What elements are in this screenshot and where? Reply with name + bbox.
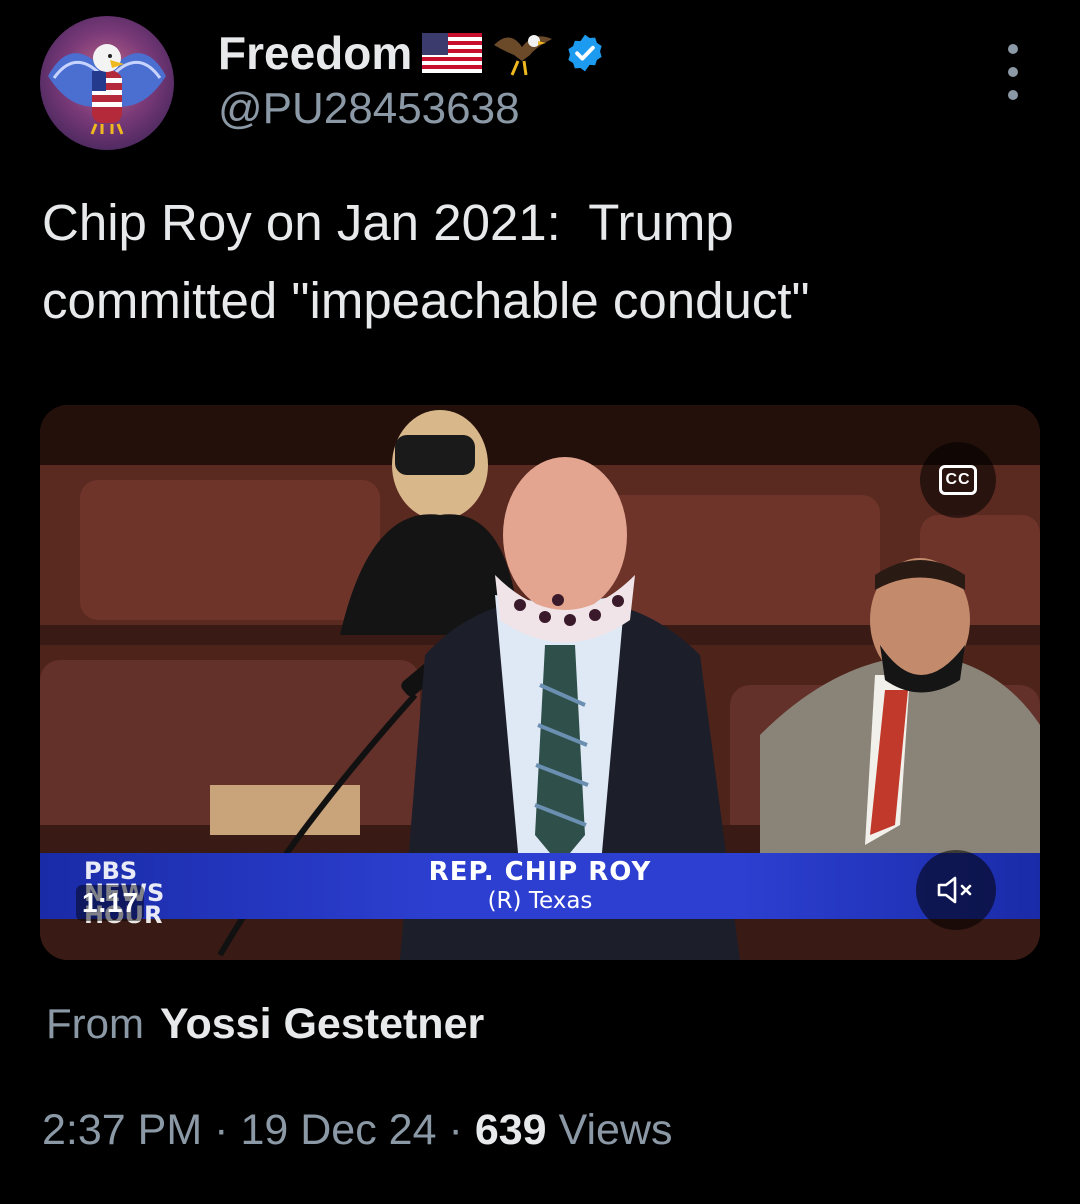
author-avatar[interactable]	[40, 16, 174, 150]
views-label: Views	[558, 1106, 673, 1154]
author-display-name[interactable]: Freedom	[218, 26, 412, 80]
lower-third-name: REP. CHIP ROY	[428, 857, 652, 887]
us-flag-icon	[422, 33, 483, 73]
tweet-meta: 2:37 PM · 19 Dec 24 · 639 Views	[42, 1106, 673, 1155]
separator: ·	[214, 1106, 229, 1154]
video-attribution: From Yossi Gestetner	[46, 1000, 484, 1049]
tweet-date[interactable]: 19 Dec 24	[240, 1106, 436, 1155]
video-duration: 1:17	[76, 885, 145, 921]
video-player[interactable]: CC REP. CHIP ROY (R) Texas PBS NEWS HOUR…	[40, 405, 1040, 960]
eagle-icon	[494, 35, 553, 76]
attribution-source-link[interactable]: Yossi Gestetner	[160, 1000, 484, 1049]
author-name-row[interactable]: Freedom	[218, 26, 606, 80]
eagle-avatar-icon	[48, 44, 166, 135]
tweet-time[interactable]: 2:37 PM	[42, 1106, 202, 1155]
speaker-muted-icon	[937, 876, 972, 904]
cc-icon: CC	[939, 465, 977, 495]
closed-captions-button[interactable]: CC	[920, 442, 996, 518]
video-lower-third: REP. CHIP ROY (R) Texas	[40, 853, 1040, 919]
separator: ·	[448, 1106, 463, 1154]
verified-badge-icon[interactable]	[564, 32, 606, 74]
from-label: From	[46, 1000, 144, 1047]
more-dots-icon	[1008, 44, 1018, 54]
unmute-button[interactable]	[916, 850, 996, 930]
author-handle[interactable]: @PU28453638	[218, 84, 520, 134]
tweet-text: Chip Roy on Jan 2021: Trump committed "i…	[42, 194, 810, 329]
views-count: 639	[474, 1106, 547, 1154]
lower-third-subtitle: (R) Texas	[487, 888, 593, 914]
more-options-button[interactable]	[998, 44, 1028, 100]
